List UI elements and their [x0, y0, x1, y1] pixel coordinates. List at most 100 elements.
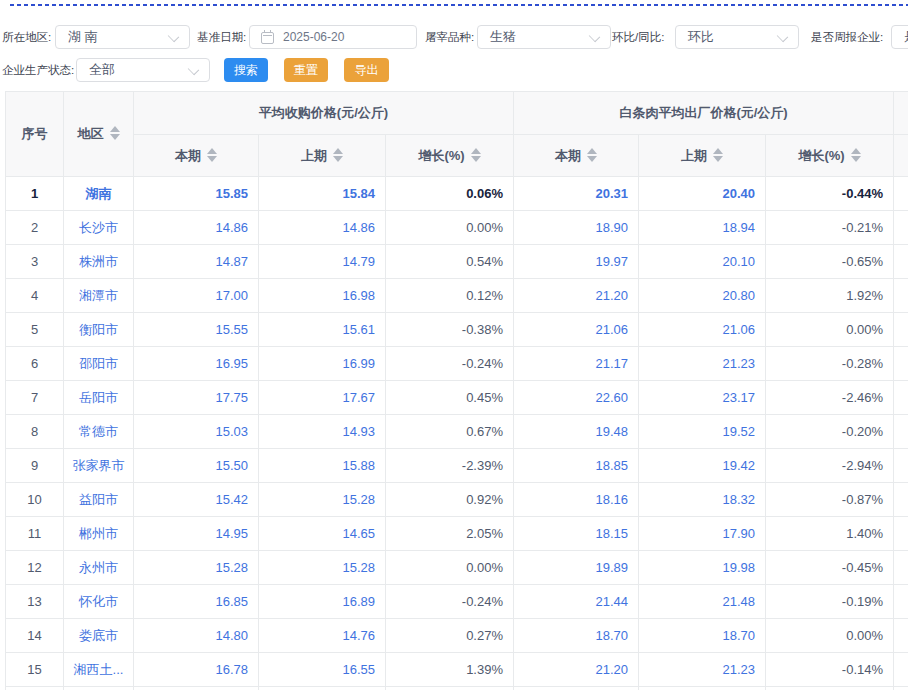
search-button[interactable]: 搜索 [224, 58, 268, 82]
phantom-cell [894, 687, 908, 690]
purchase-growth-value: -0.38% [386, 313, 514, 347]
sort-caret-icon[interactable] [333, 148, 343, 162]
variety-select[interactable]: 生猪 [477, 25, 611, 49]
purchase-previous-value: 14.86 [259, 211, 386, 245]
carcass-previous-value: 21.06 [639, 313, 766, 347]
region-link[interactable]: 湘潭市 [64, 279, 134, 313]
purchase-previous-value: 14.79 [259, 245, 386, 279]
region-select-value: 湖 南 [68, 29, 98, 44]
region-link[interactable]: 怀化市 [64, 585, 134, 619]
region-link[interactable]: 常德市 [64, 415, 134, 449]
region-link[interactable]: 益阳市 [64, 483, 134, 517]
phantom-cell [894, 619, 908, 653]
purchase-growth-value: 0.27% [386, 619, 514, 653]
purchase-previous-value: 14.76 [259, 619, 386, 653]
carcass-previous-value: 19.98 [639, 551, 766, 585]
sort-caret-icon[interactable] [207, 148, 217, 162]
region-link[interactable]: 郴州市 [64, 517, 134, 551]
purchase-current-value: 15.55 [134, 313, 259, 347]
carcass-previous-value: 18.32 [639, 483, 766, 517]
col-header-w-growth[interactable]: 增长(%) [766, 135, 894, 177]
carcass-current-value: 19.97 [514, 245, 639, 279]
phantom-cell [766, 687, 894, 690]
row-index: 14 [6, 619, 64, 653]
purchase-previous-value: 16.99 [259, 347, 386, 381]
region-link[interactable]: 湘西土... [64, 653, 134, 687]
carcass-growth-value: -0.21% [766, 211, 894, 245]
col-header-p-current[interactable]: 本期 [134, 135, 259, 177]
row-index: 5 [6, 313, 64, 347]
date-value: 2025-06-20 [283, 30, 344, 44]
carcass-current-value: 18.70 [514, 619, 639, 653]
region-link[interactable]: 娄底市 [64, 619, 134, 653]
region-link[interactable]: 邵阳市 [64, 347, 134, 381]
carcass-previous-value: 21.23 [639, 347, 766, 381]
col-header-region-label: 地区 [78, 126, 104, 141]
table-row: 2长沙市14.8614.860.00%18.9018.94-0.21% [6, 211, 908, 245]
col-header-index: 序号 [6, 92, 64, 177]
carcass-growth-value: -0.20% [766, 415, 894, 449]
purchase-previous-value: 15.28 [259, 483, 386, 517]
status-select-value: 全部 [89, 62, 115, 77]
carcass-growth-value: -2.94% [766, 449, 894, 483]
phantom-cell [894, 653, 908, 687]
chevron-down-icon [188, 64, 199, 75]
carcass-growth-value: 0.00% [766, 313, 894, 347]
purchase-current-value: 16.78 [134, 653, 259, 687]
region-link[interactable]: 株洲市 [64, 245, 134, 279]
compare-select[interactable]: 环比 [675, 25, 799, 49]
carcass-previous-value: 23.17 [639, 381, 766, 415]
row-index: 7 [6, 381, 64, 415]
purchase-current-value: 17.75 [134, 381, 259, 415]
export-button[interactable]: 导出 [344, 58, 389, 82]
date-input[interactable]: 2025-06-20 [249, 25, 417, 49]
purchase-current-value: 15.50 [134, 449, 259, 483]
table-body: 1湖南15.8515.840.06%20.3120.40-0.44%2长沙市14… [6, 177, 908, 690]
purchase-growth-value: 0.12% [386, 279, 514, 313]
sort-caret-icon[interactable] [471, 148, 481, 162]
purchase-previous-value: 15.61 [259, 313, 386, 347]
purchase-previous-value: 15.84 [259, 177, 386, 211]
purchase-current-value: 17.00 [134, 279, 259, 313]
status-select[interactable]: 全部 [76, 58, 210, 82]
carcass-previous-value: 21.23 [639, 653, 766, 687]
region-link[interactable]: 长沙市 [64, 211, 134, 245]
region-select[interactable]: 湖 南 [55, 25, 190, 49]
weekly-select[interactable]: 是 [891, 25, 908, 49]
group-header-purchase-price: 平均收购价格(元/公斤) [134, 92, 514, 135]
carcass-current-value: 19.89 [514, 551, 639, 585]
sort-caret-icon[interactable] [110, 126, 120, 140]
region-link[interactable]: 湖南 [64, 177, 134, 211]
region-link[interactable]: 衡阳市 [64, 313, 134, 347]
weekly-select-value: 是 [904, 29, 908, 44]
col-header-region[interactable]: 地区 [64, 92, 134, 177]
col-header-w-current[interactable]: 本期 [514, 135, 639, 177]
col-header-w-previous[interactable]: 上期 [639, 135, 766, 177]
carcass-current-value: 18.85 [514, 449, 639, 483]
purchase-growth-value: 0.45% [386, 381, 514, 415]
region-link[interactable]: 张家界市 [64, 449, 134, 483]
variety-label: 屠宰品种: [425, 25, 474, 49]
phantom-cell [6, 687, 64, 690]
region-link[interactable]: 岳阳市 [64, 381, 134, 415]
sort-caret-icon[interactable] [587, 148, 597, 162]
col-header-label: 上期 [301, 148, 327, 163]
purchase-current-value: 14.95 [134, 517, 259, 551]
region-link[interactable]: 永州市 [64, 551, 134, 585]
carcass-previous-value: 19.42 [639, 449, 766, 483]
table-row: 8常德市15.0314.930.67%19.4819.52-0.20% [6, 415, 908, 449]
phantom-cell [894, 551, 908, 585]
carcass-growth-value: -0.65% [766, 245, 894, 279]
carcass-current-value: 18.16 [514, 483, 639, 517]
sort-caret-icon[interactable] [851, 148, 861, 162]
phantom-cell [894, 483, 908, 517]
col-header-p-previous[interactable]: 上期 [259, 135, 386, 177]
carcass-growth-value: 0.00% [766, 619, 894, 653]
purchase-current-value: 15.85 [134, 177, 259, 211]
variety-select-value: 生猪 [490, 29, 516, 44]
table-row: 11郴州市14.9514.652.05%18.1517.901.40% [6, 517, 908, 551]
col-header-p-growth[interactable]: 增长(%) [386, 135, 514, 177]
sort-caret-icon[interactable] [713, 148, 723, 162]
reset-button[interactable]: 重置 [284, 58, 328, 82]
row-index: 2 [6, 211, 64, 245]
